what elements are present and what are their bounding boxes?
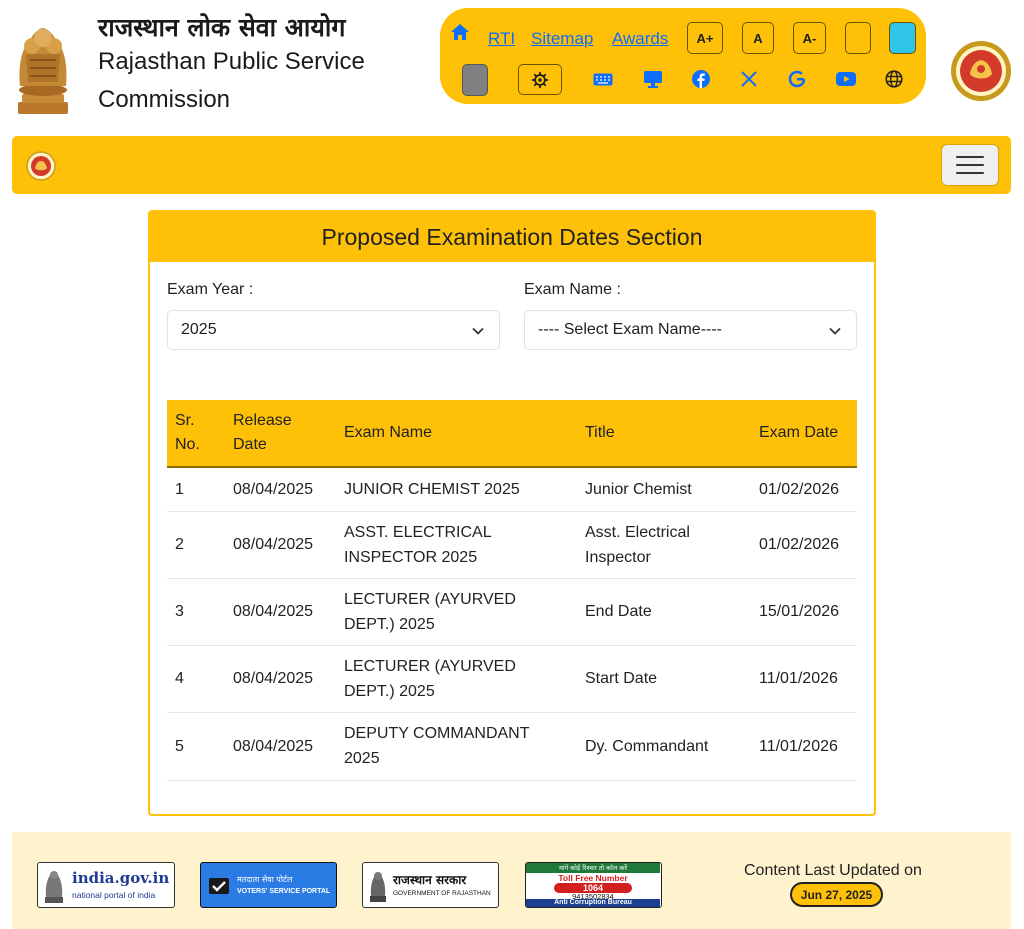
title-english-line1: Rajasthan Public Service xyxy=(98,48,365,75)
exam-dates-card: Proposed Examination Dates Section Exam … xyxy=(148,210,876,816)
hamburger-line xyxy=(956,156,984,158)
exam-name-label: Exam Name : xyxy=(524,281,621,298)
cell-release-date: 08/04/2025 xyxy=(225,645,336,713)
rpsc-logo-icon xyxy=(951,41,1011,101)
chevron-down-icon xyxy=(829,327,841,335)
acb-helpline-logo-link[interactable]: मांगे कोई रिश्वत तो कॉल करें Toll Free N… xyxy=(525,862,662,908)
emblem-small-icon xyxy=(370,872,386,902)
voters-portal-hindi: मतदाता सेवा पोर्टल xyxy=(237,875,293,884)
title-english-line2: Commission xyxy=(98,86,231,113)
cell-release-date: 08/04/2025 xyxy=(225,511,336,579)
acb-top-band: मांगे कोई रिश्वत तो कॉल करें xyxy=(526,863,660,873)
accessibility-toolbar: RTI Sitemap Awards A+ A A- xyxy=(440,8,926,104)
theme-cyan-swatch[interactable] xyxy=(889,22,916,54)
card-title: Proposed Examination Dates Section xyxy=(150,212,874,262)
gear-icon[interactable] xyxy=(518,64,562,95)
cell-exam-date: 01/02/2026 xyxy=(751,511,857,579)
menu-toggle-button[interactable] xyxy=(941,144,999,186)
india-gov-logo-link[interactable]: india.gov.in national portal of india xyxy=(37,862,175,908)
site-header: राजस्थान लोक सेवा आयोग Rajasthan Public … xyxy=(0,0,1024,128)
header-exam-name: Exam Name xyxy=(336,400,577,468)
header-sr-no: Sr. No. xyxy=(167,400,225,468)
cell-release-date: 08/04/2025 xyxy=(225,712,336,781)
cell-exam-date: 11/01/2026 xyxy=(751,712,857,781)
hamburger-line xyxy=(956,164,984,166)
font-normal-button[interactable]: A xyxy=(742,22,774,54)
cell-exam-name: LECTURER (AYURVED DEPT.) 2025 xyxy=(336,645,577,713)
table-header-row: Sr. No. Release Date Exam Name Title Exa… xyxy=(167,400,857,468)
cell-title: Asst. Electrical Inspector xyxy=(577,511,751,579)
cell-sr: 2 xyxy=(167,511,225,579)
cell-title: Dy. Commandant xyxy=(577,712,751,781)
rpsc-small-logo-icon[interactable] xyxy=(26,151,56,181)
facebook-icon[interactable] xyxy=(691,69,711,89)
exam-year-value: 2025 xyxy=(181,321,217,338)
chevron-down-icon xyxy=(472,327,484,335)
exam-name-select[interactable]: ---- Select Exam Name---- xyxy=(524,310,857,350)
keyboard-icon[interactable] xyxy=(592,70,614,88)
cell-release-date: 08/04/2025 xyxy=(225,578,336,646)
google-icon[interactable] xyxy=(787,68,807,90)
cell-title: Start Date xyxy=(577,645,751,713)
cell-title: End Date xyxy=(577,578,751,646)
acb-top-text: मांगे कोई रिश्वत तो कॉल करें xyxy=(559,864,627,872)
hamburger-line xyxy=(956,172,984,174)
exam-dates-table: Sr. No. Release Date Exam Name Title Exa… xyxy=(167,400,857,781)
title-hindi: राजस्थान लोक सेवा आयोग xyxy=(98,13,346,42)
acb-bureau: Anti Corruption Bureau xyxy=(554,899,632,906)
india-gov-subtitle: national portal of india xyxy=(72,890,156,900)
awards-link[interactable]: Awards xyxy=(612,29,668,49)
cell-exam-date: 15/01/2026 xyxy=(751,578,857,646)
ballot-icon xyxy=(209,878,229,894)
rajasthan-govt-english: GOVERNMENT OF RAJASTHAN xyxy=(393,890,491,897)
cell-sr: 1 xyxy=(167,467,225,512)
exam-name-value: ---- Select Exam Name---- xyxy=(538,321,723,338)
table-row: 1 08/04/2025 JUNIOR CHEMIST 2025 Junior … xyxy=(167,467,857,512)
cell-exam-name: JUNIOR CHEMIST 2025 xyxy=(336,467,577,512)
home-icon[interactable] xyxy=(450,22,470,42)
india-gov-title: india.gov.in xyxy=(72,869,170,887)
monitor-icon[interactable] xyxy=(642,69,664,89)
ashoka-emblem-icon xyxy=(18,28,68,114)
voters-portal-logo-link[interactable]: मतदाता सेवा पोर्टल VOTERS' SERVICE PORTA… xyxy=(200,862,337,908)
site-footer: india.gov.in national portal of india मत… xyxy=(12,832,1011,929)
header-release-date: Release Date xyxy=(225,400,336,468)
acb-toll-free: Toll Free Number xyxy=(558,873,628,883)
cell-sr: 4 xyxy=(167,645,225,713)
cell-exam-name: DEPUTY COMMANDANT 2025 xyxy=(336,712,577,781)
cell-exam-name: ASST. ELECTRICAL INSPECTOR 2025 xyxy=(336,511,577,579)
header-title: Title xyxy=(577,400,751,468)
cell-sr: 3 xyxy=(167,578,225,646)
rti-link[interactable]: RTI xyxy=(488,29,515,49)
cell-sr: 5 xyxy=(167,712,225,781)
table-row: 2 08/04/2025 ASST. ELECTRICAL INSPECTOR … xyxy=(167,511,857,579)
table-row: 5 08/04/2025 DEPUTY COMMANDANT 2025 Dy. … xyxy=(167,712,857,781)
header-exam-date: Exam Date xyxy=(751,400,857,468)
youtube-icon[interactable] xyxy=(835,70,857,88)
font-increase-button[interactable]: A+ xyxy=(687,22,723,54)
exam-year-label: Exam Year : xyxy=(167,281,254,298)
exam-year-select[interactable]: 2025 xyxy=(167,310,500,350)
table-row: 3 08/04/2025 LECTURER (AYURVED DEPT.) 20… xyxy=(167,578,857,646)
cell-exam-name: LECTURER (AYURVED DEPT.) 2025 xyxy=(336,578,577,646)
cell-release-date: 08/04/2025 xyxy=(225,467,336,512)
sitemap-link[interactable]: Sitemap xyxy=(531,29,593,49)
cell-title: Junior Chemist xyxy=(577,467,751,512)
cell-exam-date: 11/01/2026 xyxy=(751,645,857,713)
last-updated-date-badge: Jun 27, 2025 xyxy=(790,882,883,907)
last-updated-label: Content Last Updated on xyxy=(744,862,922,879)
acb-bottom-band: Anti Corruption Bureau xyxy=(526,899,660,907)
font-decrease-button[interactable]: A- xyxy=(793,22,826,54)
cell-exam-date: 01/02/2026 xyxy=(751,467,857,512)
rajasthan-govt-logo-link[interactable]: राजस्थान सरकार GOVERNMENT OF RAJASTHAN xyxy=(362,862,499,908)
globe-icon[interactable] xyxy=(884,69,904,89)
x-twitter-icon[interactable] xyxy=(740,70,758,88)
emblem-small-icon xyxy=(45,871,63,903)
theme-yellow-swatch[interactable] xyxy=(845,22,871,54)
voters-portal-english: VOTERS' SERVICE PORTAL xyxy=(237,888,331,895)
main-navbar xyxy=(12,136,1011,194)
table-row: 4 08/04/2025 LECTURER (AYURVED DEPT.) 20… xyxy=(167,645,857,713)
rajasthan-govt-hindi: राजस्थान सरकार xyxy=(393,873,467,887)
theme-gray-swatch[interactable] xyxy=(462,64,488,96)
